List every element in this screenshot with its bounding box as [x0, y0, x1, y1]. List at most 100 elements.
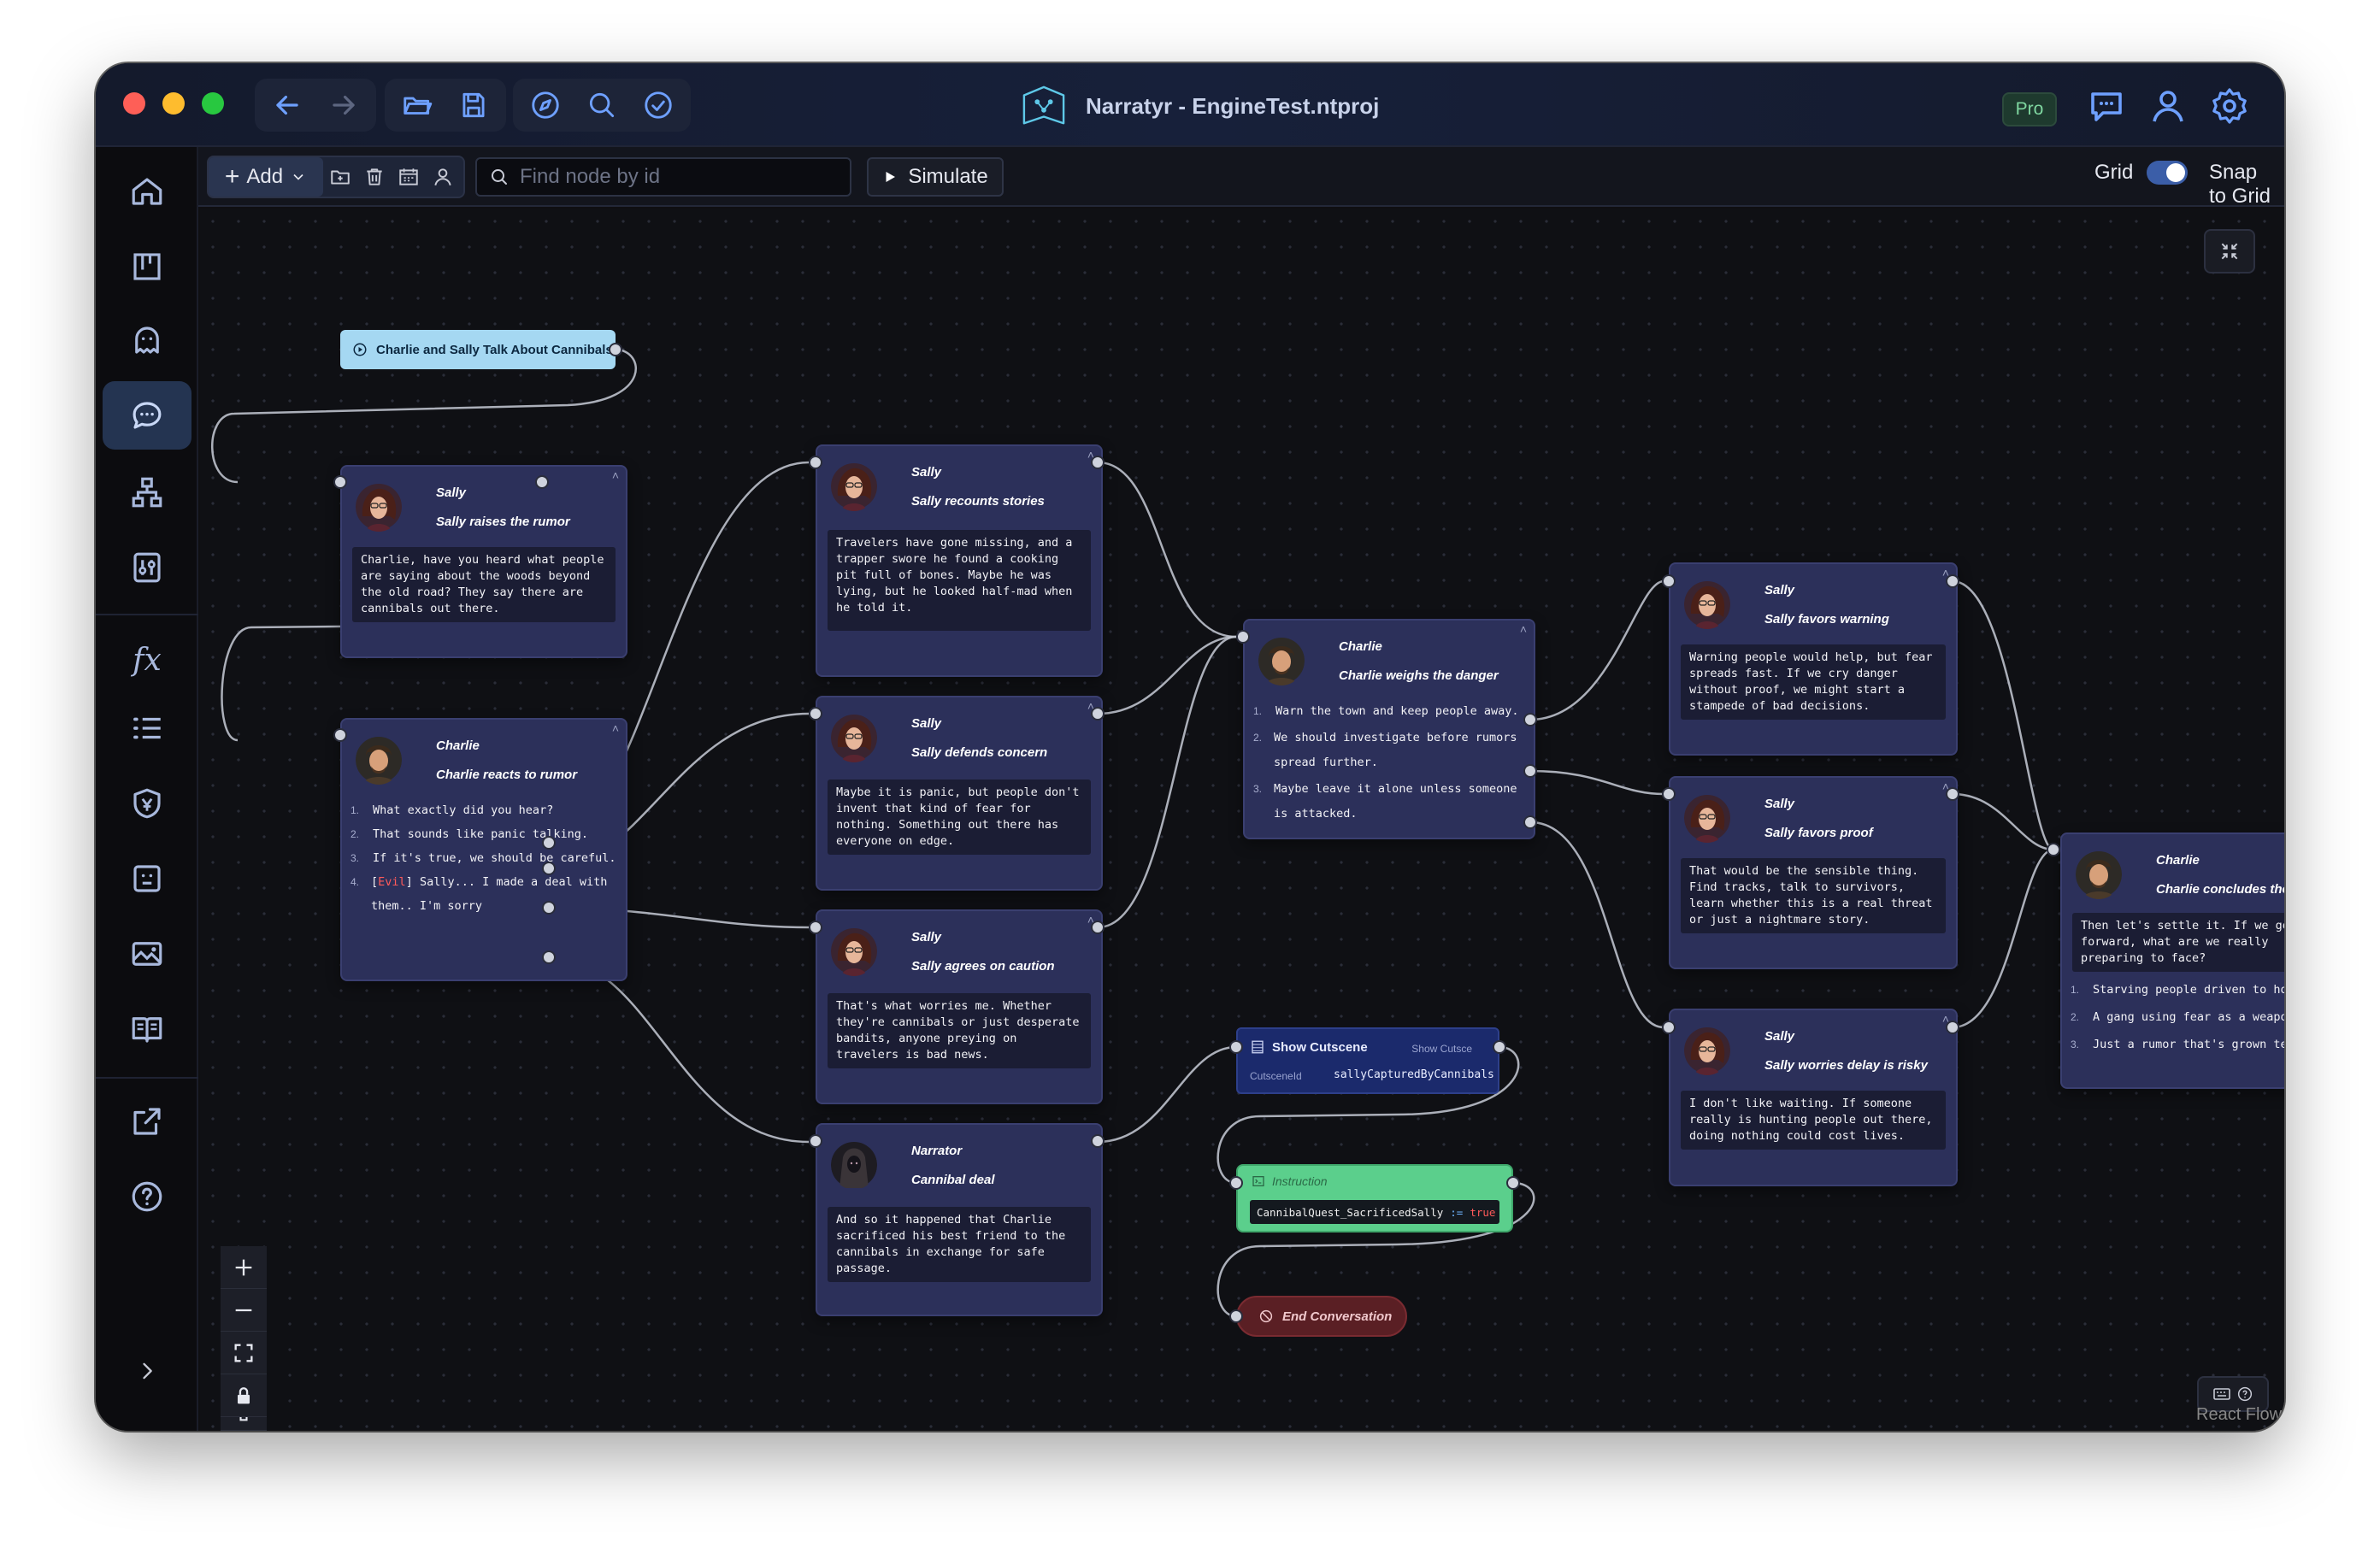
choice-item[interactable]: 1. Warn the town and keep people away. [1253, 699, 1525, 724]
choice-item[interactable]: 3. Maybe leave it alone unless someone is… [1253, 777, 1525, 827]
show-cutscene-node[interactable]: Show Cutscene Show Cutsce CutsceneId sal… [1236, 1027, 1499, 1094]
minimize-window-button[interactable] [162, 92, 185, 115]
search-button[interactable] [576, 83, 627, 127]
nav-codex[interactable] [103, 995, 191, 1063]
account-button[interactable] [2147, 85, 2189, 126]
chat-support-button[interactable] [2086, 85, 2127, 126]
choice-handle[interactable] [1523, 815, 1537, 829]
output-handle[interactable] [1091, 456, 1105, 469]
calendar-button[interactable] [392, 157, 426, 197]
end-conversation-node[interactable]: End Conversation [1236, 1296, 1407, 1337]
delete-button[interactable] [357, 157, 392, 197]
simulate-button[interactable]: Simulate [867, 157, 1004, 197]
input-handle[interactable] [809, 921, 822, 934]
node-menu-icon[interactable]: ˄ [1520, 622, 1527, 636]
output-handle[interactable] [1946, 574, 1959, 588]
output-handle[interactable] [1493, 1040, 1506, 1054]
dialogue-node[interactable]: Sally Sally favors proof ˄ That would be… [1669, 776, 1958, 969]
output-handle[interactable] [1946, 787, 1959, 801]
close-window-button[interactable] [123, 92, 145, 115]
maximize-window-button[interactable] [202, 92, 224, 115]
choice-node[interactable]: Charlie Charlie concludes the talk ˄ The… [2060, 832, 2284, 1089]
instruction-node[interactable]: Instruction CannibalQuest_SacrificedSall… [1236, 1164, 1513, 1232]
input-handle[interactable] [1229, 1309, 1243, 1323]
input-handle[interactable] [809, 1134, 822, 1148]
output-handle[interactable] [609, 343, 622, 356]
choice-handle[interactable] [542, 901, 556, 915]
dialogue-node[interactable]: Sally Sally defends concern ˄ Maybe it i… [816, 696, 1103, 891]
output-handle[interactable] [1946, 1021, 1959, 1034]
choice-item[interactable]: 2. A gang using fear as a weapon. [2071, 1003, 2284, 1031]
dialogue-node[interactable]: Narrator Cannibal deal And so it happene… [816, 1123, 1103, 1316]
input-handle[interactable] [809, 456, 822, 469]
nav-characters[interactable] [103, 306, 191, 374]
new-folder-button[interactable] [323, 157, 357, 197]
choice-item[interactable]: 2. That sounds like panic talking. [351, 822, 617, 846]
save-project-button[interactable] [448, 83, 499, 127]
lock-button[interactable] [221, 1374, 267, 1417]
forward-button[interactable] [318, 83, 369, 127]
validate-button[interactable] [633, 83, 684, 127]
choice-handle[interactable] [1523, 764, 1537, 778]
choice-item[interactable]: 4. [Evil] Sally... I made a deal with the… [351, 870, 617, 918]
nav-board[interactable] [103, 232, 191, 301]
dialogue-node[interactable]: Sally Sally raises the rumor ˄ Charlie, … [340, 465, 627, 658]
add-node-button[interactable]: + Add [209, 157, 323, 197]
choice-item[interactable]: 1. What exactly did you hear? [351, 798, 617, 822]
input-handle[interactable] [1236, 630, 1250, 644]
nav-functions[interactable]: fx [103, 626, 191, 694]
grid-toggle[interactable] [2147, 161, 2189, 185]
start-node[interactable]: Charlie and Sally Talk About Cannibals [340, 330, 616, 369]
characters-button[interactable] [426, 157, 460, 197]
back-button[interactable] [262, 83, 313, 127]
auto-layout-button[interactable] [221, 1417, 267, 1431]
nav-hierarchy[interactable] [103, 458, 191, 527]
input-handle[interactable] [333, 728, 347, 742]
nav-help[interactable] [103, 1162, 191, 1231]
react-flow-attribution[interactable]: React Flow [2196, 1405, 2282, 1425]
choice-item[interactable]: 1.Starving people driven to horror. [2071, 976, 2284, 1003]
zoom-out-button[interactable] [221, 1289, 267, 1332]
nav-list[interactable] [103, 694, 191, 762]
output-handle[interactable] [1506, 1176, 1520, 1190]
input-handle[interactable] [333, 475, 347, 489]
node-menu-icon[interactable]: ˄ [612, 468, 619, 482]
settings-button[interactable] [2209, 85, 2250, 126]
input-handle[interactable] [809, 707, 822, 721]
input-handle[interactable] [1229, 1040, 1243, 1054]
choice-node[interactable]: Charlie Charlie reacts to rumor ˄ 1. What… [340, 718, 627, 981]
choice-handle[interactable] [542, 836, 556, 850]
nav-images[interactable] [103, 920, 191, 988]
nav-economy[interactable] [103, 769, 191, 838]
flow-canvas[interactable]: Charlie and Sally Talk About Cannibals S… [200, 209, 2284, 1431]
dialogue-node[interactable]: Sally Sally recounts stories ˄ Travelers… [816, 444, 1103, 677]
input-handle[interactable] [1229, 1176, 1243, 1190]
input-handle[interactable] [2047, 843, 2060, 856]
find-node-input[interactable] [520, 165, 836, 189]
input-handle[interactable] [1662, 574, 1676, 588]
choice-handle[interactable] [1523, 713, 1537, 727]
output-handle[interactable] [535, 475, 549, 489]
choice-item[interactable]: 2. We should investigate before rumors sp… [1253, 726, 1525, 775]
pro-badge[interactable]: Pro [2002, 92, 2057, 126]
output-handle[interactable] [1091, 707, 1105, 721]
nav-variables[interactable] [103, 533, 191, 602]
dialogue-node[interactable]: Sally Sally favors warning ˄ Warning peo… [1669, 562, 1958, 756]
choice-item[interactable]: 3. If it's true, we should be careful. [351, 846, 617, 870]
fit-view-button[interactable] [221, 1332, 267, 1374]
navigate-button[interactable] [520, 83, 571, 127]
nav-export[interactable] [103, 1087, 191, 1156]
nav-home[interactable] [103, 157, 191, 226]
open-project-button[interactable] [392, 83, 443, 127]
nav-dialogues[interactable] [103, 381, 191, 450]
zoom-in-button[interactable] [221, 1246, 267, 1289]
output-handle[interactable] [1091, 1134, 1105, 1148]
choice-handle[interactable] [542, 862, 556, 875]
find-node-search[interactable] [475, 157, 851, 197]
output-handle[interactable] [1091, 921, 1105, 934]
input-handle[interactable] [1662, 787, 1676, 801]
dialogue-node[interactable]: Sally Sally agrees on caution ˄ That's w… [816, 909, 1103, 1104]
choice-node[interactable]: Charlie Charlie weighs the danger ˄ 1. Wa… [1243, 619, 1535, 839]
input-handle[interactable] [1662, 1021, 1676, 1034]
expand-sidebar-button[interactable] [103, 1337, 191, 1405]
